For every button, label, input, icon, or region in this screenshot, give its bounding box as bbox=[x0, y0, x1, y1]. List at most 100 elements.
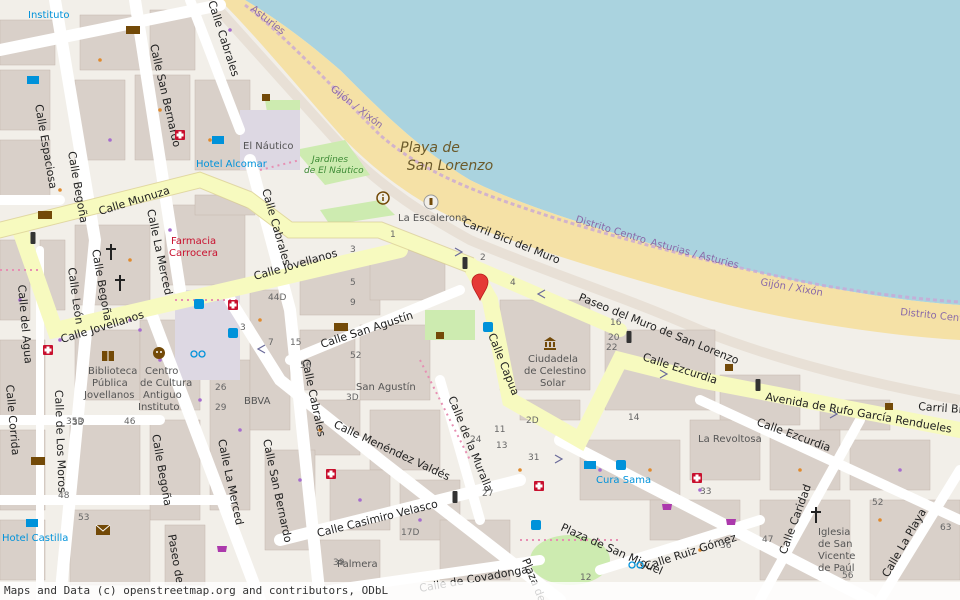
post-office-icon bbox=[95, 524, 111, 535]
beach-label-line1: Playa de bbox=[400, 140, 460, 156]
hotel-icon bbox=[212, 136, 224, 144]
ciudadela-label-2: de Celestino bbox=[524, 366, 586, 377]
pharmacy-icon bbox=[175, 130, 185, 140]
traffic-signal-icon bbox=[755, 379, 761, 391]
house-number: 4 bbox=[510, 278, 516, 288]
house-number: 3 bbox=[350, 245, 356, 255]
bus-stop-icon bbox=[483, 322, 493, 332]
farmacia-label-2: Carrocera bbox=[169, 248, 218, 259]
house-number: 15 bbox=[290, 338, 301, 348]
house-number: 53 bbox=[78, 513, 89, 523]
la-revoltosa-label: La Revoltosa bbox=[698, 434, 762, 445]
centro-label-4: Instituto bbox=[138, 402, 180, 413]
beach-label-line2: San Lorenzo bbox=[407, 158, 493, 174]
traffic-signal-icon bbox=[626, 331, 632, 343]
house-number: 52 bbox=[872, 498, 883, 508]
cafe-icon bbox=[262, 94, 270, 101]
attribution-bar: Maps and Data (c) openstreetmap.org and … bbox=[0, 582, 960, 600]
hotel-icon bbox=[584, 461, 596, 469]
house-number: 26 bbox=[215, 383, 227, 393]
cafe-icon bbox=[885, 403, 893, 410]
bus-stop-icon bbox=[194, 299, 204, 309]
house-number: 31 bbox=[528, 453, 539, 463]
centro-label-2: de Cultura bbox=[140, 378, 192, 389]
house-number: 11 bbox=[494, 425, 505, 435]
house-number: 22 bbox=[606, 343, 617, 353]
house-number: 44D bbox=[268, 293, 286, 303]
la-escalerona-label: La Escalerona bbox=[398, 213, 467, 224]
house-number: 2D bbox=[526, 416, 539, 426]
house-number: 33 bbox=[700, 487, 711, 497]
bus-stop-icon bbox=[616, 460, 626, 470]
biblioteca-label-1: Biblioteca bbox=[88, 366, 137, 377]
jardines-label-2: de El Náutico bbox=[304, 166, 364, 176]
bus-stop-icon bbox=[531, 520, 541, 530]
house-number: 56 bbox=[842, 571, 854, 581]
library-icon bbox=[102, 351, 114, 361]
bank-icon bbox=[126, 26, 140, 34]
jardines-label-1: Jardines bbox=[310, 155, 348, 165]
map-canvas[interactable]: Playa de San Lorenzo Gijón / Xixón Astur… bbox=[0, 0, 960, 600]
hotel-icon bbox=[27, 76, 39, 84]
house-number: 9 bbox=[350, 298, 356, 308]
farmacia-label-1: Farmacia bbox=[171, 236, 216, 247]
pharmacy-icon bbox=[326, 469, 336, 479]
biblioteca-label-3: Jovellanos bbox=[83, 390, 135, 401]
bbva-label: BBVA bbox=[244, 396, 271, 407]
hotel-castilla-label: Hotel Castilla bbox=[2, 533, 68, 544]
house-number: 5 bbox=[350, 278, 356, 288]
house-number: 47 bbox=[762, 535, 773, 545]
bank-icon bbox=[31, 457, 45, 465]
hotel-icon bbox=[26, 519, 38, 527]
pharmacy-icon bbox=[43, 345, 53, 355]
cafe-icon bbox=[725, 364, 733, 371]
iglesia-label-2: de San bbox=[818, 539, 853, 550]
house-number: 35D bbox=[66, 417, 84, 427]
house-number: 24 bbox=[470, 435, 482, 445]
map-svg: Playa de San Lorenzo Gijón / Xixón Astur… bbox=[0, 0, 960, 600]
centro-label-3: Antiguo bbox=[143, 390, 182, 401]
hotel-alcomar-label: Hotel Alcomar bbox=[196, 159, 268, 170]
biblioteca-label-2: Pública bbox=[92, 377, 128, 389]
house-number: 17D bbox=[401, 528, 419, 538]
house-number: 14 bbox=[628, 413, 640, 423]
shop-icon bbox=[726, 519, 736, 525]
cura-sama-label: Cura Sama bbox=[596, 475, 651, 486]
house-number: 63 bbox=[940, 523, 951, 533]
house-number: 46 bbox=[124, 417, 136, 427]
san-agustin-label: San Agustín bbox=[356, 381, 416, 393]
iglesia-label-1: Iglesia bbox=[818, 527, 850, 538]
shop-icon bbox=[662, 504, 672, 510]
house-number: 1 bbox=[390, 230, 396, 240]
house-number: 3 bbox=[240, 323, 246, 333]
house-number: 52 bbox=[350, 351, 361, 361]
pharmacy-icon bbox=[228, 300, 238, 310]
traffic-signal-icon bbox=[30, 232, 36, 244]
el-nautico-label: El Náutico bbox=[243, 140, 294, 152]
house-number: 20 bbox=[608, 333, 620, 343]
house-number: 27 bbox=[482, 489, 493, 499]
house-number: 36 bbox=[720, 541, 732, 551]
centro-label-1: Centro bbox=[145, 366, 178, 377]
bank-icon bbox=[38, 211, 52, 219]
house-number: 16 bbox=[610, 318, 622, 328]
house-number: 56 bbox=[300, 361, 312, 371]
traffic-signal-icon bbox=[462, 257, 468, 269]
bus-stop-icon bbox=[228, 328, 238, 338]
shop-icon bbox=[217, 546, 227, 552]
house-number: 48 bbox=[58, 491, 70, 501]
ciudadela-label-3: Solar bbox=[540, 378, 566, 389]
iglesia-label-3: Vicente bbox=[818, 551, 855, 562]
house-number: 13 bbox=[496, 441, 507, 451]
house-number: 7 bbox=[268, 338, 274, 348]
pharmacy-icon bbox=[692, 473, 702, 483]
house-number: 29 bbox=[215, 403, 227, 413]
cafe-icon bbox=[436, 332, 444, 339]
house-number: 39 bbox=[333, 558, 345, 568]
theatre-icon bbox=[153, 347, 165, 359]
monument-icon bbox=[423, 194, 439, 210]
ciudadela-label-1: Ciudadela bbox=[528, 354, 578, 365]
instituto-label: Instituto bbox=[28, 10, 70, 21]
pharmacy-icon bbox=[534, 481, 544, 491]
house-number: 2 bbox=[480, 253, 486, 263]
